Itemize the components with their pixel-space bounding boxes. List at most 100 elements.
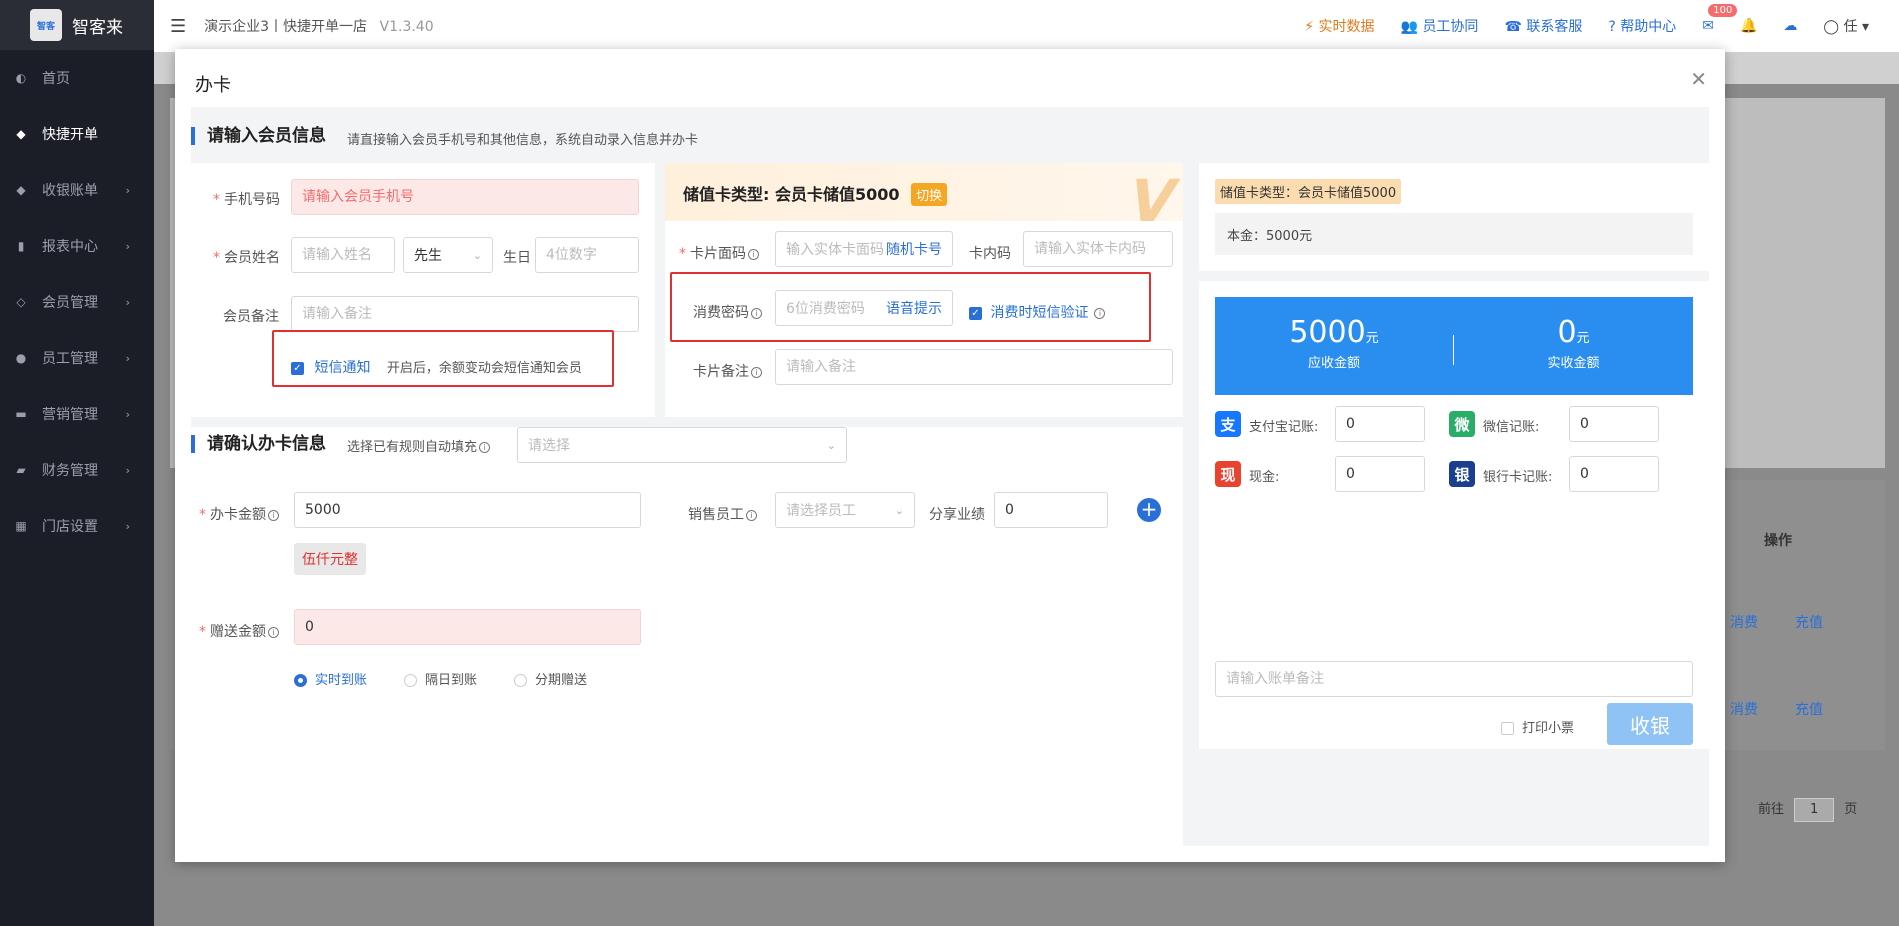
face-code-label: * 卡片面码 i	[679, 243, 759, 263]
wechat-icon: 微	[1449, 411, 1475, 437]
birthday-label: 生日	[503, 250, 531, 266]
cash-input[interactable]	[1335, 456, 1425, 492]
breadcrumb: 演示企业3丨快捷开单一店 V1.3.40	[204, 16, 433, 36]
checkout-button[interactable]: 收银	[1607, 703, 1693, 745]
card-remark-label-text: 卡片备注	[693, 364, 749, 380]
pager: 前往 1 页	[1758, 798, 1857, 822]
radio-installment-dot[interactable]	[514, 674, 527, 687]
gift-label-text: 赠送金额	[210, 624, 266, 640]
name-label-text: 会员姓名	[224, 250, 280, 266]
bar-chart-icon: ▮	[17, 239, 25, 253]
rule-label-text: 选择已有规则自动填充	[347, 440, 478, 455]
bankcard-input[interactable]	[1569, 456, 1659, 492]
sidebar-item[interactable]: ◐ 首页	[0, 50, 154, 106]
menu-toggle-icon[interactable]: ☰	[170, 16, 186, 37]
switch-card-button[interactable]: 切换	[911, 183, 948, 206]
add-seller-icon[interactable]: +	[1137, 498, 1161, 522]
amount-input[interactable]	[294, 492, 641, 528]
pager-prefix: 前往	[1758, 802, 1785, 817]
header-links: ⚡ 实时数据 👥 员工协同 ☎ 联系客服 ? 帮助中心 ✉ 100 🔔 ☁ ◯ 任…	[1304, 0, 1869, 52]
chevron-right-icon: ›	[125, 351, 130, 365]
sidebar-item[interactable]: ▬ 营销管理 ›	[0, 386, 154, 442]
title-select[interactable]: 先生 ⌄	[403, 237, 493, 273]
phone-input[interactable]	[291, 179, 639, 215]
bankcard-label: 银行卡记账:	[1483, 470, 1553, 485]
alipay-input[interactable]	[1335, 406, 1425, 442]
card-open-modal: 办卡 ✕ 请输入会员信息 请直接输入会员手机号和其他信息，系统自动录入信息并办卡…	[175, 49, 1725, 862]
received-amount: 0元 实收金额	[1454, 315, 1693, 371]
bill-remark-input[interactable]	[1215, 661, 1693, 697]
help-center-link[interactable]: ? 帮助中心	[1608, 16, 1676, 36]
app-logo[interactable]: 智客 智客来	[0, 0, 154, 50]
sidebar-item[interactable]: ▮ 报表中心 ›	[0, 218, 154, 274]
radio-realtime-dot[interactable]	[294, 674, 307, 687]
print-receipt-checkbox[interactable]	[1501, 722, 1514, 735]
face-code-input[interactable]: 输入实体卡面码 随机卡号	[775, 231, 953, 267]
modal-title: 办卡	[195, 75, 231, 96]
sidebar-item[interactable]: ◇ 会员管理 ›	[0, 274, 154, 330]
wechat-input[interactable]	[1569, 406, 1659, 442]
realtime-data-link[interactable]: ⚡ 实时数据	[1304, 16, 1374, 36]
row-recharge-link[interactable]: 充值	[1795, 612, 1823, 632]
confirm-panel: 请确认办卡信息 选择已有规则自动填充i 请选择⌄ *办卡金额i 伍仟元整 销售员…	[191, 427, 1183, 846]
realtime-data-label: 实时数据	[1318, 19, 1375, 35]
gift-label: * 赠送金额 i	[199, 621, 279, 641]
sidebar-item[interactable]: ● 员工管理 ›	[0, 330, 154, 386]
sidebar-item[interactable]: ◆ 快捷开单	[0, 106, 154, 162]
cloud-icon[interactable]: ☁	[1783, 18, 1797, 34]
version-label: V1.3.40	[379, 19, 434, 35]
bag-icon: ◆	[16, 183, 26, 197]
alipay-icon: 支	[1215, 411, 1241, 437]
gift-input[interactable]	[294, 609, 641, 645]
radio-nextday-dot[interactable]	[404, 674, 417, 687]
member-remark-input[interactable]	[291, 296, 639, 332]
face-code-placeholder: 输入实体卡面码	[786, 242, 884, 258]
close-icon[interactable]: ✕	[1690, 67, 1707, 91]
name-input[interactable]	[291, 237, 395, 273]
receivable-label: 应收金额	[1307, 356, 1360, 371]
sidebar-nav: ◐ 首页 ◆ 快捷开单 ◆ 收银账单 › ▮ 报表中心 › ◇ 会员管理 › ● 员工管理 › ▬ 营销管理 › ▰ 财…	[0, 50, 154, 554]
chevron-right-icon: ›	[125, 295, 130, 309]
rule-label: 选择已有规则自动填充 i	[347, 436, 491, 455]
radio-nextday[interactable]: 隔日到账	[404, 669, 477, 688]
modal-body: 请输入会员信息 请直接输入会员手机号和其他信息，系统自动录入信息并办卡 * 手机号…	[191, 107, 1709, 846]
card-remark-input[interactable]	[775, 349, 1173, 385]
share-input[interactable]	[994, 492, 1108, 528]
birthday-input[interactable]	[535, 237, 639, 273]
seller-select[interactable]: 请选择员工 ⌄	[775, 492, 915, 528]
mail-icon[interactable]: ✉ 100	[1702, 4, 1738, 34]
row-consume-link[interactable]: 消费	[1730, 699, 1758, 719]
inner-code-input[interactable]	[1023, 231, 1173, 267]
sidebar-item[interactable]: ◆ 收银账单 ›	[0, 162, 154, 218]
sidebar-item[interactable]: ▰ 财务管理 ›	[0, 442, 154, 498]
radio-realtime[interactable]: 实时到账	[294, 669, 367, 688]
row-recharge-link[interactable]: 充值	[1795, 699, 1823, 719]
radio-installment[interactable]: 分期赠送	[514, 669, 587, 688]
bell-icon[interactable]: 🔔	[1740, 18, 1757, 34]
chevron-right-icon: ›	[125, 519, 130, 533]
staff-collab-label: 员工协同	[1422, 19, 1479, 35]
v-logo-icon: V	[1120, 167, 1183, 221]
user-menu[interactable]: ◯ 任 ▾	[1823, 16, 1869, 36]
user-icon: ●	[15, 351, 27, 365]
print-receipt[interactable]: 打印小票	[1501, 717, 1574, 736]
contact-support-link[interactable]: ☎ 联系客服	[1504, 16, 1582, 36]
summary-info-panel: 储值卡类型：会员卡储值5000 本金：5000元	[1199, 163, 1709, 271]
pager-input[interactable]: 1	[1794, 798, 1835, 822]
store-name: 演示企业3丨快捷开单一店	[204, 19, 368, 35]
rule-select[interactable]: 请选择 ⌄	[517, 427, 847, 463]
help-center-label: 帮助中心	[1620, 19, 1677, 35]
top-bar: ☰ 演示企业3丨快捷开单一店 V1.3.40 ⚡ 实时数据 👥 员工协同 ☎ 联…	[154, 0, 1899, 52]
radio-nextday-label: 隔日到账	[425, 673, 478, 688]
random-card-button[interactable]: 随机卡号	[886, 239, 942, 259]
chevron-right-icon: ›	[125, 183, 130, 197]
staff-collab-link[interactable]: 👥 员工协同	[1401, 16, 1479, 36]
contact-support-label: 联系客服	[1526, 19, 1583, 35]
sidebar-item[interactable]: ▦ 门店设置 ›	[0, 498, 154, 554]
payment-panel: 5000元 应收金额 0元 实收金额 支 支付宝记账: 微 微信记账: 现 现金…	[1199, 281, 1709, 749]
diamond-icon: ◇	[16, 295, 26, 309]
face-code-label-text: 卡片面码	[690, 246, 746, 262]
info-icon: i	[748, 249, 759, 260]
receivable-amount: 5000元 应收金额	[1215, 315, 1453, 371]
row-consume-link[interactable]: 消费	[1730, 612, 1758, 632]
